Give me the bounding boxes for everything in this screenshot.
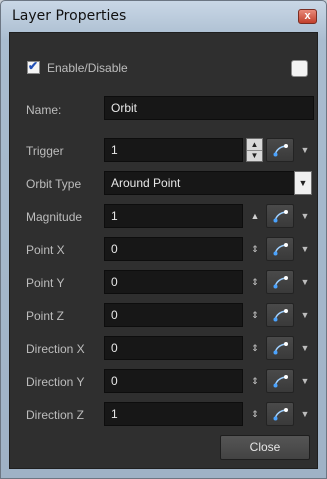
orbit-type-select[interactable]: Around Point [104, 171, 295, 195]
direction-x-input[interactable]: 0 [104, 336, 243, 360]
point-x-link-button[interactable] [266, 237, 294, 261]
link-curve-icon [273, 375, 288, 388]
window-close-button[interactable]: x [298, 9, 317, 24]
spinner-icon[interactable]: ▲ [246, 204, 264, 228]
spinner-icon[interactable]: ⇕ [246, 303, 264, 327]
magnitude-label: Magnitude [26, 210, 83, 224]
point-z-link-button[interactable] [266, 303, 294, 327]
chevron-down-icon[interactable]: ▼ [299, 369, 311, 393]
direction-x-label: Direction X [26, 342, 85, 356]
direction-y-link-button[interactable] [266, 369, 294, 393]
enable-label: Enable/Disable [47, 61, 128, 75]
point-z-input[interactable]: 0 [104, 303, 243, 327]
checkmark-icon: ✔ [28, 59, 39, 73]
magnitude-input[interactable]: 1 [104, 204, 243, 228]
link-curve-icon [273, 408, 288, 421]
point-x-input[interactable]: 0 [104, 237, 243, 261]
spin-down-icon[interactable]: ▼ [247, 150, 262, 161]
orbit-type-label: Orbit Type [26, 177, 82, 191]
point-y-input[interactable]: 0 [104, 270, 243, 294]
trigger-spinner[interactable]: ▲ ▼ [246, 138, 263, 162]
chevron-down-icon[interactable]: ▼ [299, 336, 311, 360]
link-curve-icon [273, 276, 288, 289]
direction-x-link-button[interactable] [266, 336, 294, 360]
point-y-link-button[interactable] [266, 270, 294, 294]
point-x-label: Point X [26, 243, 65, 257]
point-z-label: Point Z [26, 309, 65, 323]
chevron-down-icon[interactable]: ▼ [299, 402, 311, 426]
spinner-icon[interactable]: ⇕ [246, 336, 264, 360]
link-curve-icon [273, 309, 288, 322]
close-icon: x [304, 10, 311, 22]
chevron-down-icon[interactable]: ▼ [299, 204, 311, 228]
spinner-icon[interactable]: ⇕ [246, 402, 264, 426]
link-curve-icon [273, 342, 288, 355]
extra-checkbox[interactable] [291, 60, 308, 77]
point-y-label: Point Y [26, 276, 65, 290]
name-input[interactable]: Orbit [104, 96, 314, 120]
chevron-down-icon[interactable]: ▼ [294, 171, 312, 195]
name-label: Name: [26, 103, 62, 117]
direction-y-input[interactable]: 0 [104, 369, 243, 393]
magnitude-link-button[interactable] [266, 204, 294, 228]
chevron-down-icon[interactable]: ▼ [299, 138, 311, 162]
trigger-label: Trigger [26, 144, 64, 158]
chevron-down-icon[interactable]: ▼ [299, 237, 311, 261]
direction-y-label: Direction Y [26, 375, 85, 389]
dialog-client-area: ✔ Enable/Disable Name: Orbit Trigger 1 ▲… [9, 32, 318, 469]
enable-checkbox[interactable]: ✔ [27, 59, 40, 74]
link-curve-icon [273, 210, 288, 223]
spinner-icon[interactable]: ⇕ [246, 270, 264, 294]
trigger-link-button[interactable] [266, 138, 294, 162]
chevron-down-icon[interactable]: ▼ [299, 270, 311, 294]
link-curve-icon [273, 144, 288, 157]
chevron-down-icon[interactable]: ▼ [299, 303, 311, 327]
spinner-icon[interactable]: ⇕ [246, 369, 264, 393]
title-bar[interactable]: Layer Properties x [1, 1, 326, 31]
window-title: Layer Properties [12, 8, 127, 24]
direction-z-input[interactable]: 1 [104, 402, 243, 426]
layer-properties-window: Layer Properties x ✔ Enable/Disable Name… [0, 0, 327, 479]
direction-z-link-button[interactable] [266, 402, 294, 426]
close-button[interactable]: Close [220, 435, 310, 460]
link-curve-icon [273, 243, 288, 256]
spinner-icon[interactable]: ⇕ [246, 237, 264, 261]
direction-z-label: Direction Z [26, 408, 85, 422]
trigger-input[interactable]: 1 [104, 138, 243, 162]
